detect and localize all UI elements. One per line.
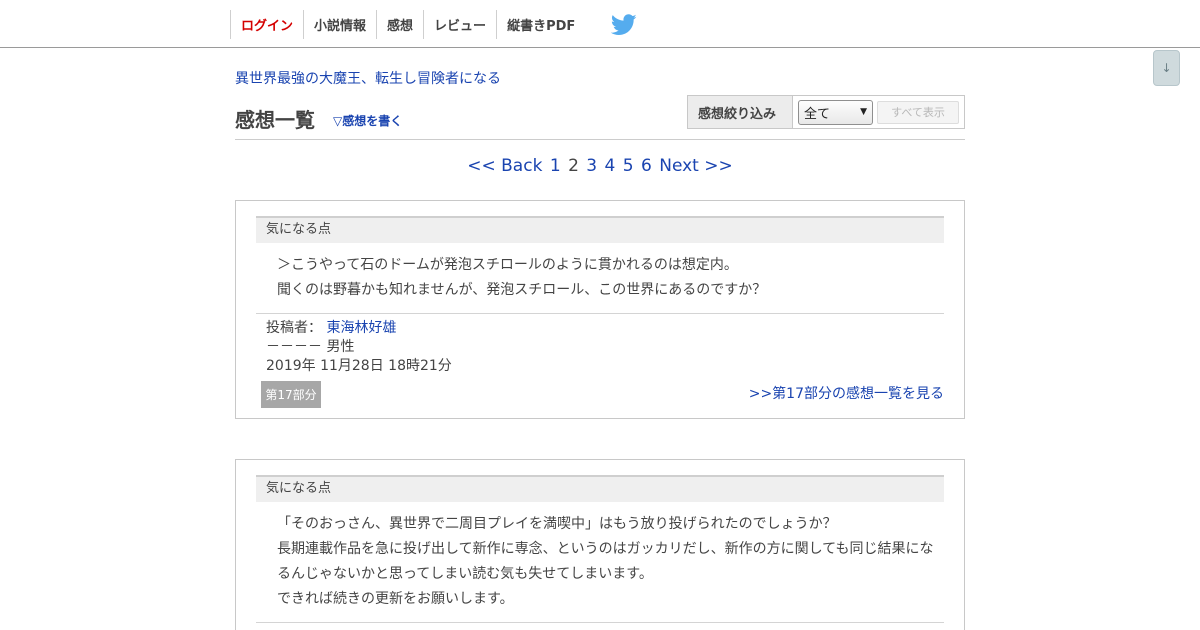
novel-title-link[interactable]: 異世界最強の大魔王、転生し冒険者になる <box>235 68 501 88</box>
comment-category: 気になる点 <box>256 475 944 502</box>
author-link[interactable]: 東海林好雄 <box>326 320 396 336</box>
filter-label: 感想絞り込み <box>688 96 793 128</box>
comment-line: ＞こうやって石のドームが発泡スチロールのように貫かれるのは想定内。 <box>277 257 738 273</box>
pagination: << Back 1 2 3 4 5 6 Next >> <box>0 156 1200 176</box>
scroll-down-button[interactable]: ↓ <box>1153 50 1180 86</box>
filter-select[interactable]: 全て ▼ <box>798 99 873 125</box>
page-title: 感想一覧 <box>235 108 315 132</box>
nav-impressions[interactable]: 感想 <box>376 10 423 39</box>
pager-page-3[interactable]: 3 <box>586 156 597 176</box>
comment-author-row: 投稿者： 東海林好雄 <box>266 319 396 338</box>
nav-review[interactable]: レビュー <box>423 10 496 39</box>
pager-page-6[interactable]: 6 <box>641 156 652 176</box>
comment-card: 気になる点 ＞こうやって石のドームが発泡スチロールのように貫かれるのは想定内。 … <box>235 200 965 419</box>
comment-date: 2019年 11月28日 18時21分 <box>266 358 452 374</box>
pager-page-4[interactable]: 4 <box>605 156 616 176</box>
site-header: ログイン 小説情報 感想 レビュー 縦書きPDF <box>0 0 1200 48</box>
show-all-button[interactable]: すべて表示 <box>877 100 959 124</box>
comment-line: できれば続きの更新をお願いします。 <box>277 591 514 607</box>
filter-selected-value: 全て <box>804 106 831 122</box>
nav-vertical-pdf[interactable]: 縦書きPDF <box>496 10 585 39</box>
pager-page-5[interactable]: 5 <box>623 156 634 176</box>
nav-novel-info[interactable]: 小説情報 <box>303 10 376 39</box>
write-impression-link[interactable]: ▽感想を書く <box>333 112 402 129</box>
impression-filter: 感想絞り込み 全て ▼ すべて表示 <box>687 95 965 129</box>
nav-login[interactable]: ログイン <box>230 10 303 39</box>
chevron-down-icon: ▼ <box>860 107 867 117</box>
heading-divider <box>235 139 965 140</box>
pager-back[interactable]: << Back <box>467 156 542 176</box>
author-prefix: 投稿者： <box>266 320 322 336</box>
comment-line: るんじゃないかと思ってしまい読む気も失せてしまいます。 <box>277 566 653 582</box>
main-nav: ログイン 小説情報 感想 レビュー 縦書きPDF <box>230 10 637 39</box>
chapter-badge[interactable]: 第17部分 <box>261 381 321 408</box>
comment-line: 「そのおっさん、異世界で二周目プレイを満喫中」はもう放り投げられたのでしょうか？ <box>277 516 837 532</box>
comment-card: 気になる点 「そのおっさん、異世界で二周目プレイを満喫中」はもう放り投げられたの… <box>235 459 965 630</box>
pager-next[interactable]: Next >> <box>659 156 733 176</box>
author-gender: －－－－ 男性 <box>266 339 355 355</box>
comment-line: 長期連載作品を急に投げ出して新作に専念、というのはガッカリだし、新作の方に関して… <box>277 541 934 557</box>
comment-line: 聞くのは野暮かも知れませんが、発泡スチロール、この世界にあるのですか？ <box>277 282 767 298</box>
pager-page-2-current: 2 <box>568 156 579 176</box>
comment-divider <box>256 622 944 623</box>
comment-category: 気になる点 <box>256 216 944 243</box>
pager-page-1[interactable]: 1 <box>550 156 561 176</box>
twitter-icon[interactable] <box>585 10 637 39</box>
comment-divider <box>256 313 944 314</box>
twitter-bird-icon <box>611 13 637 35</box>
chapter-impressions-link[interactable]: >>第17部分の感想一覧を見る <box>749 383 944 403</box>
